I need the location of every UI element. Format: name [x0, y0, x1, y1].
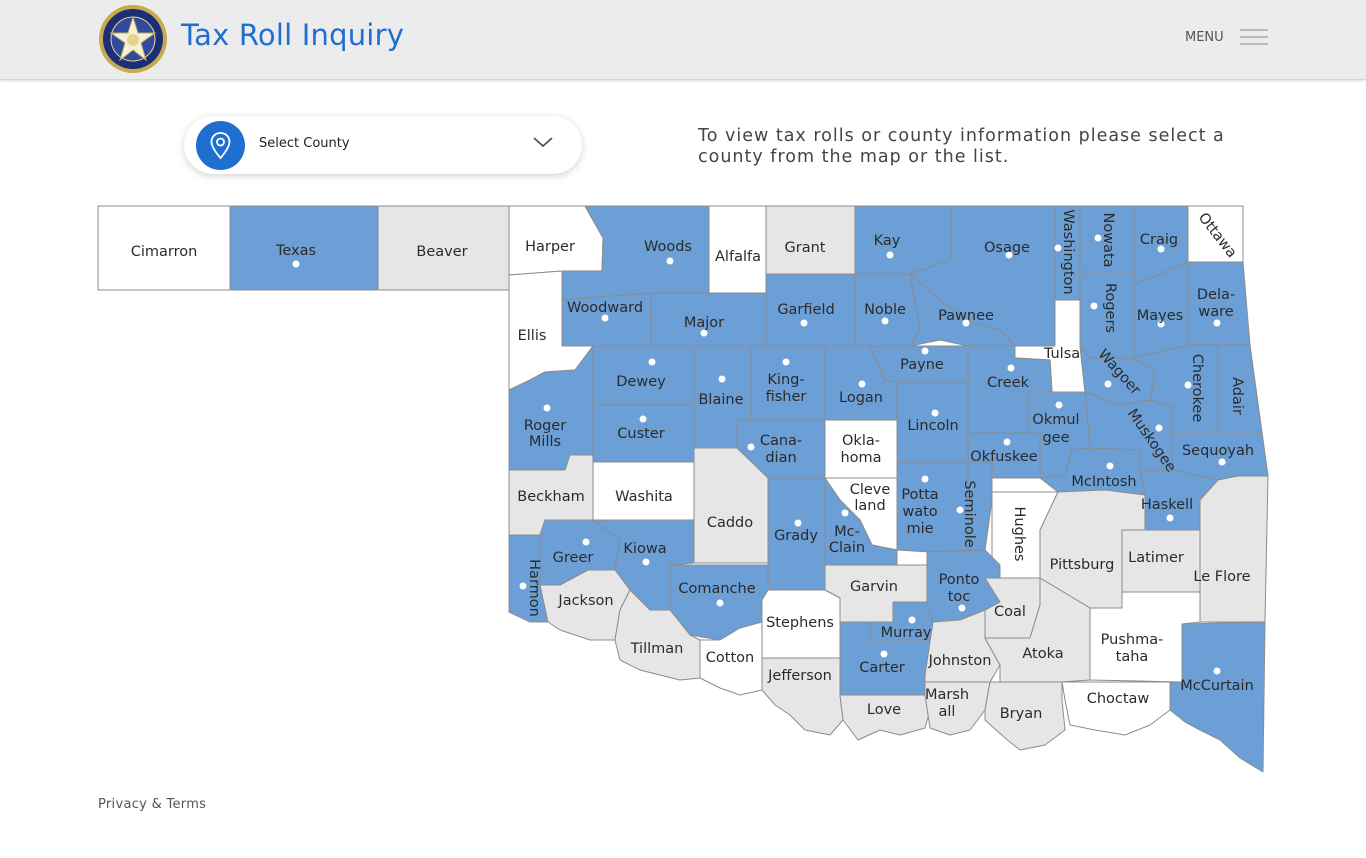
county-label: ware — [1198, 304, 1233, 320]
county-label: Comanche — [678, 581, 755, 597]
county-label: Tillman — [630, 641, 684, 657]
county-label: Haskell — [1141, 497, 1193, 513]
county-label: Love — [867, 702, 901, 718]
county-label: Greer — [553, 550, 594, 566]
county-label: Mc- — [834, 524, 860, 540]
county-label: Washington — [1060, 209, 1076, 294]
county-label: homa — [840, 450, 881, 466]
county-label: Blaine — [698, 392, 743, 408]
county-label: Mayes — [1137, 308, 1183, 324]
county-label: Pawnee — [938, 308, 994, 324]
county-label: Dewey — [616, 374, 666, 390]
county-label: Pittsburg — [1050, 557, 1115, 573]
county-label: Craig — [1140, 232, 1178, 248]
county-label: Rogers — [1102, 283, 1118, 333]
county-label: Grant — [785, 240, 826, 256]
county-label: Lincoln — [907, 418, 958, 434]
county-label: Roger — [524, 418, 566, 434]
county-label: Garfield — [777, 302, 834, 318]
county-label: Bryan — [1000, 706, 1043, 722]
county-leflore[interactable] — [1199, 475, 1269, 623]
county-label: Nowata — [1100, 212, 1116, 267]
county-label: Okmul — [1032, 412, 1079, 428]
county-label: toc — [948, 589, 971, 605]
county-label: Tulsa — [1043, 346, 1080, 362]
county-label: Adair — [1229, 377, 1245, 415]
county-label: Woodward — [567, 300, 643, 316]
county-label: Stephens — [766, 615, 834, 631]
county-label: Harmon — [526, 559, 542, 617]
county-label: Latimer — [1128, 550, 1184, 566]
oklahoma-county-map: Cimarron Texas Beaver Harper Woods Alfal… — [97, 205, 1269, 773]
county-label: Cimarron — [131, 244, 198, 260]
county-label: Noble — [864, 302, 906, 318]
county-label: Alfalfa — [715, 249, 761, 265]
county-label: Custer — [617, 426, 664, 442]
county-label: McIntosh — [1071, 474, 1136, 490]
county-label: Beaver — [416, 244, 467, 260]
county-label: Marsh — [925, 687, 969, 703]
county-label: McCurtain — [1180, 678, 1254, 694]
county-label: dian — [765, 450, 796, 466]
county-label: Potta — [901, 487, 938, 503]
county-label: mie — [906, 521, 933, 537]
county-label: wato — [902, 504, 937, 520]
county-label: Cana- — [760, 433, 802, 449]
county-label: Ponto — [939, 572, 980, 588]
county-label: Harper — [525, 239, 575, 255]
privacy-terms-link[interactable]: Privacy & Terms — [98, 797, 206, 812]
county-label: Mills — [529, 434, 561, 450]
county-label: taha — [1116, 649, 1149, 665]
county-label: fisher — [766, 389, 807, 405]
county-label: Garvin — [850, 579, 898, 595]
county-label: Washita — [615, 489, 673, 505]
county-label: King- — [767, 372, 804, 388]
county-kay[interactable] — [854, 205, 952, 275]
county-label: all — [939, 704, 956, 720]
county-label: Beckham — [517, 489, 584, 505]
county-label: Okfuskee — [970, 449, 1037, 465]
county-label: Ellis — [518, 328, 547, 344]
county-label: Coal — [994, 604, 1026, 620]
county-label: Murray — [881, 625, 932, 641]
county-label: Atoka — [1022, 646, 1063, 662]
county-label: Major — [684, 315, 724, 331]
county-choctaw[interactable] — [1061, 681, 1171, 736]
county-label: Osage — [984, 240, 1030, 256]
county-label: Jackson — [557, 593, 613, 609]
county-label: Johnston — [928, 653, 992, 669]
county-label: Choctaw — [1087, 691, 1150, 707]
county-label: Cleve — [850, 482, 891, 498]
county-mccurtain[interactable] — [1169, 621, 1266, 773]
county-label: Cherokee — [1189, 354, 1205, 423]
county-label: Carter — [859, 660, 905, 676]
county-label: Logan — [839, 390, 883, 406]
county-label: Kiowa — [623, 541, 666, 557]
county-label: Hughes — [1011, 507, 1027, 562]
county-label: Kay — [874, 233, 901, 249]
county-oklahoma[interactable] — [824, 419, 898, 479]
county-label: gee — [1042, 430, 1069, 446]
county-label: Jefferson — [767, 668, 832, 684]
county-label: Le Flore — [1193, 569, 1250, 585]
county-label: Dela- — [1197, 287, 1235, 303]
county-label: Cotton — [706, 650, 754, 666]
county-label: Woods — [644, 239, 692, 255]
county-label: Creek — [987, 375, 1030, 391]
county-label: Payne — [900, 357, 944, 373]
county-label: Clain — [829, 540, 865, 556]
county-label: Grady — [774, 528, 818, 544]
county-label: Okla- — [842, 433, 880, 449]
county-label: Pushma- — [1101, 632, 1164, 648]
county-label: Caddo — [707, 515, 753, 531]
county-label: Sequoyah — [1182, 443, 1254, 459]
county-label: Texas — [275, 243, 316, 259]
county-label: Seminole — [961, 480, 977, 547]
county-label: land — [854, 498, 885, 514]
